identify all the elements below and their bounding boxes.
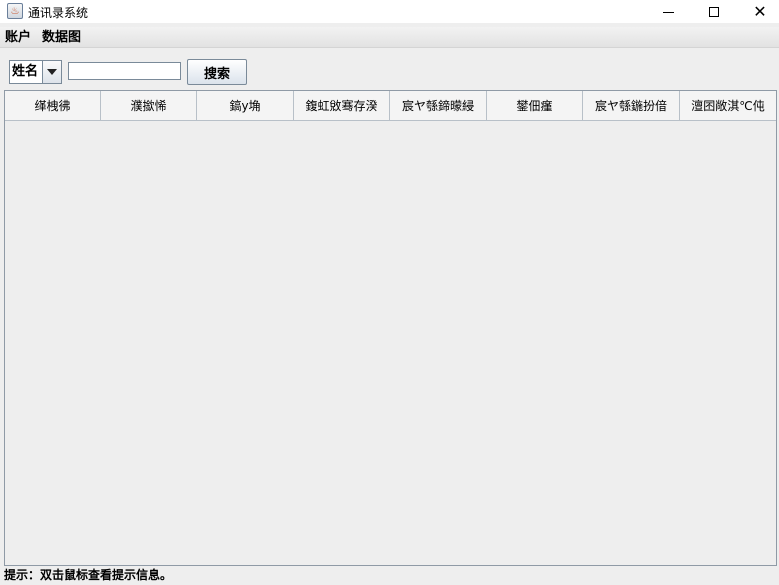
search-button[interactable]: 搜索 xyxy=(187,59,247,85)
column-header-2[interactable]: 濮撳悕 xyxy=(101,91,197,121)
window-title: 通讯录系统 xyxy=(28,6,89,20)
minimize-button[interactable] xyxy=(645,0,691,23)
status-hint: 提示：双击鼠标查看提示信息。 xyxy=(4,568,173,582)
menu-data-chart[interactable]: 数据图 xyxy=(37,27,87,48)
column-header-6[interactable]: 鐢佃瘽 xyxy=(487,91,583,121)
search-field-select[interactable]: 姓名 xyxy=(9,60,62,84)
column-header-8[interactable]: 澶囨敞淇℃伅 xyxy=(680,91,776,121)
title-bar[interactable]: ♨ 通讯录系统 ✕ xyxy=(0,0,779,23)
minimize-icon xyxy=(662,12,674,13)
main-window: ♨ 通讯录系统 ✕ 账户 数据图 姓名 搜索 缂栧彿 濮撳悕 鎬у埆 鍑虹敓骞存 xyxy=(0,0,779,585)
column-header-4[interactable]: 鍑虹敓骞存湀 xyxy=(294,91,390,121)
chevron-down-icon xyxy=(47,69,57,75)
close-button[interactable]: ✕ xyxy=(737,0,779,23)
column-header-1[interactable]: 缂栧彿 xyxy=(5,91,101,121)
table-body[interactable] xyxy=(5,121,776,565)
dropdown-button[interactable] xyxy=(43,61,61,83)
table-header: 缂栧彿 濮撳悕 鎬у埆 鍑虹敓骞存湀 宸ヤ綔鍗曚綅 鐢佃瘽 宸ヤ綔鍦扮偣 澶囨敞… xyxy=(5,91,776,121)
maximize-button[interactable] xyxy=(691,0,737,23)
search-input[interactable] xyxy=(68,62,181,80)
column-header-7[interactable]: 宸ヤ綔鍦扮偣 xyxy=(583,91,680,121)
maximize-icon xyxy=(709,6,719,17)
search-toolbar: 姓名 搜索 xyxy=(0,49,779,91)
search-field-value: 姓名 xyxy=(10,61,43,83)
menu-account[interactable]: 账户 xyxy=(0,27,37,48)
column-header-3[interactable]: 鎬у埆 xyxy=(197,91,294,121)
contacts-table[interactable]: 缂栧彿 濮撳悕 鎬у埆 鍑虹敓骞存湀 宸ヤ綔鍗曚綅 鐢佃瘽 宸ヤ綔鍦扮偣 澶囨敞… xyxy=(4,90,777,566)
menu-bar: 账户 数据图 xyxy=(0,27,779,48)
close-icon: ✕ xyxy=(753,1,767,21)
java-cup-icon: ♨ xyxy=(7,3,23,19)
column-header-5[interactable]: 宸ヤ綔鍗曚綅 xyxy=(390,91,487,121)
